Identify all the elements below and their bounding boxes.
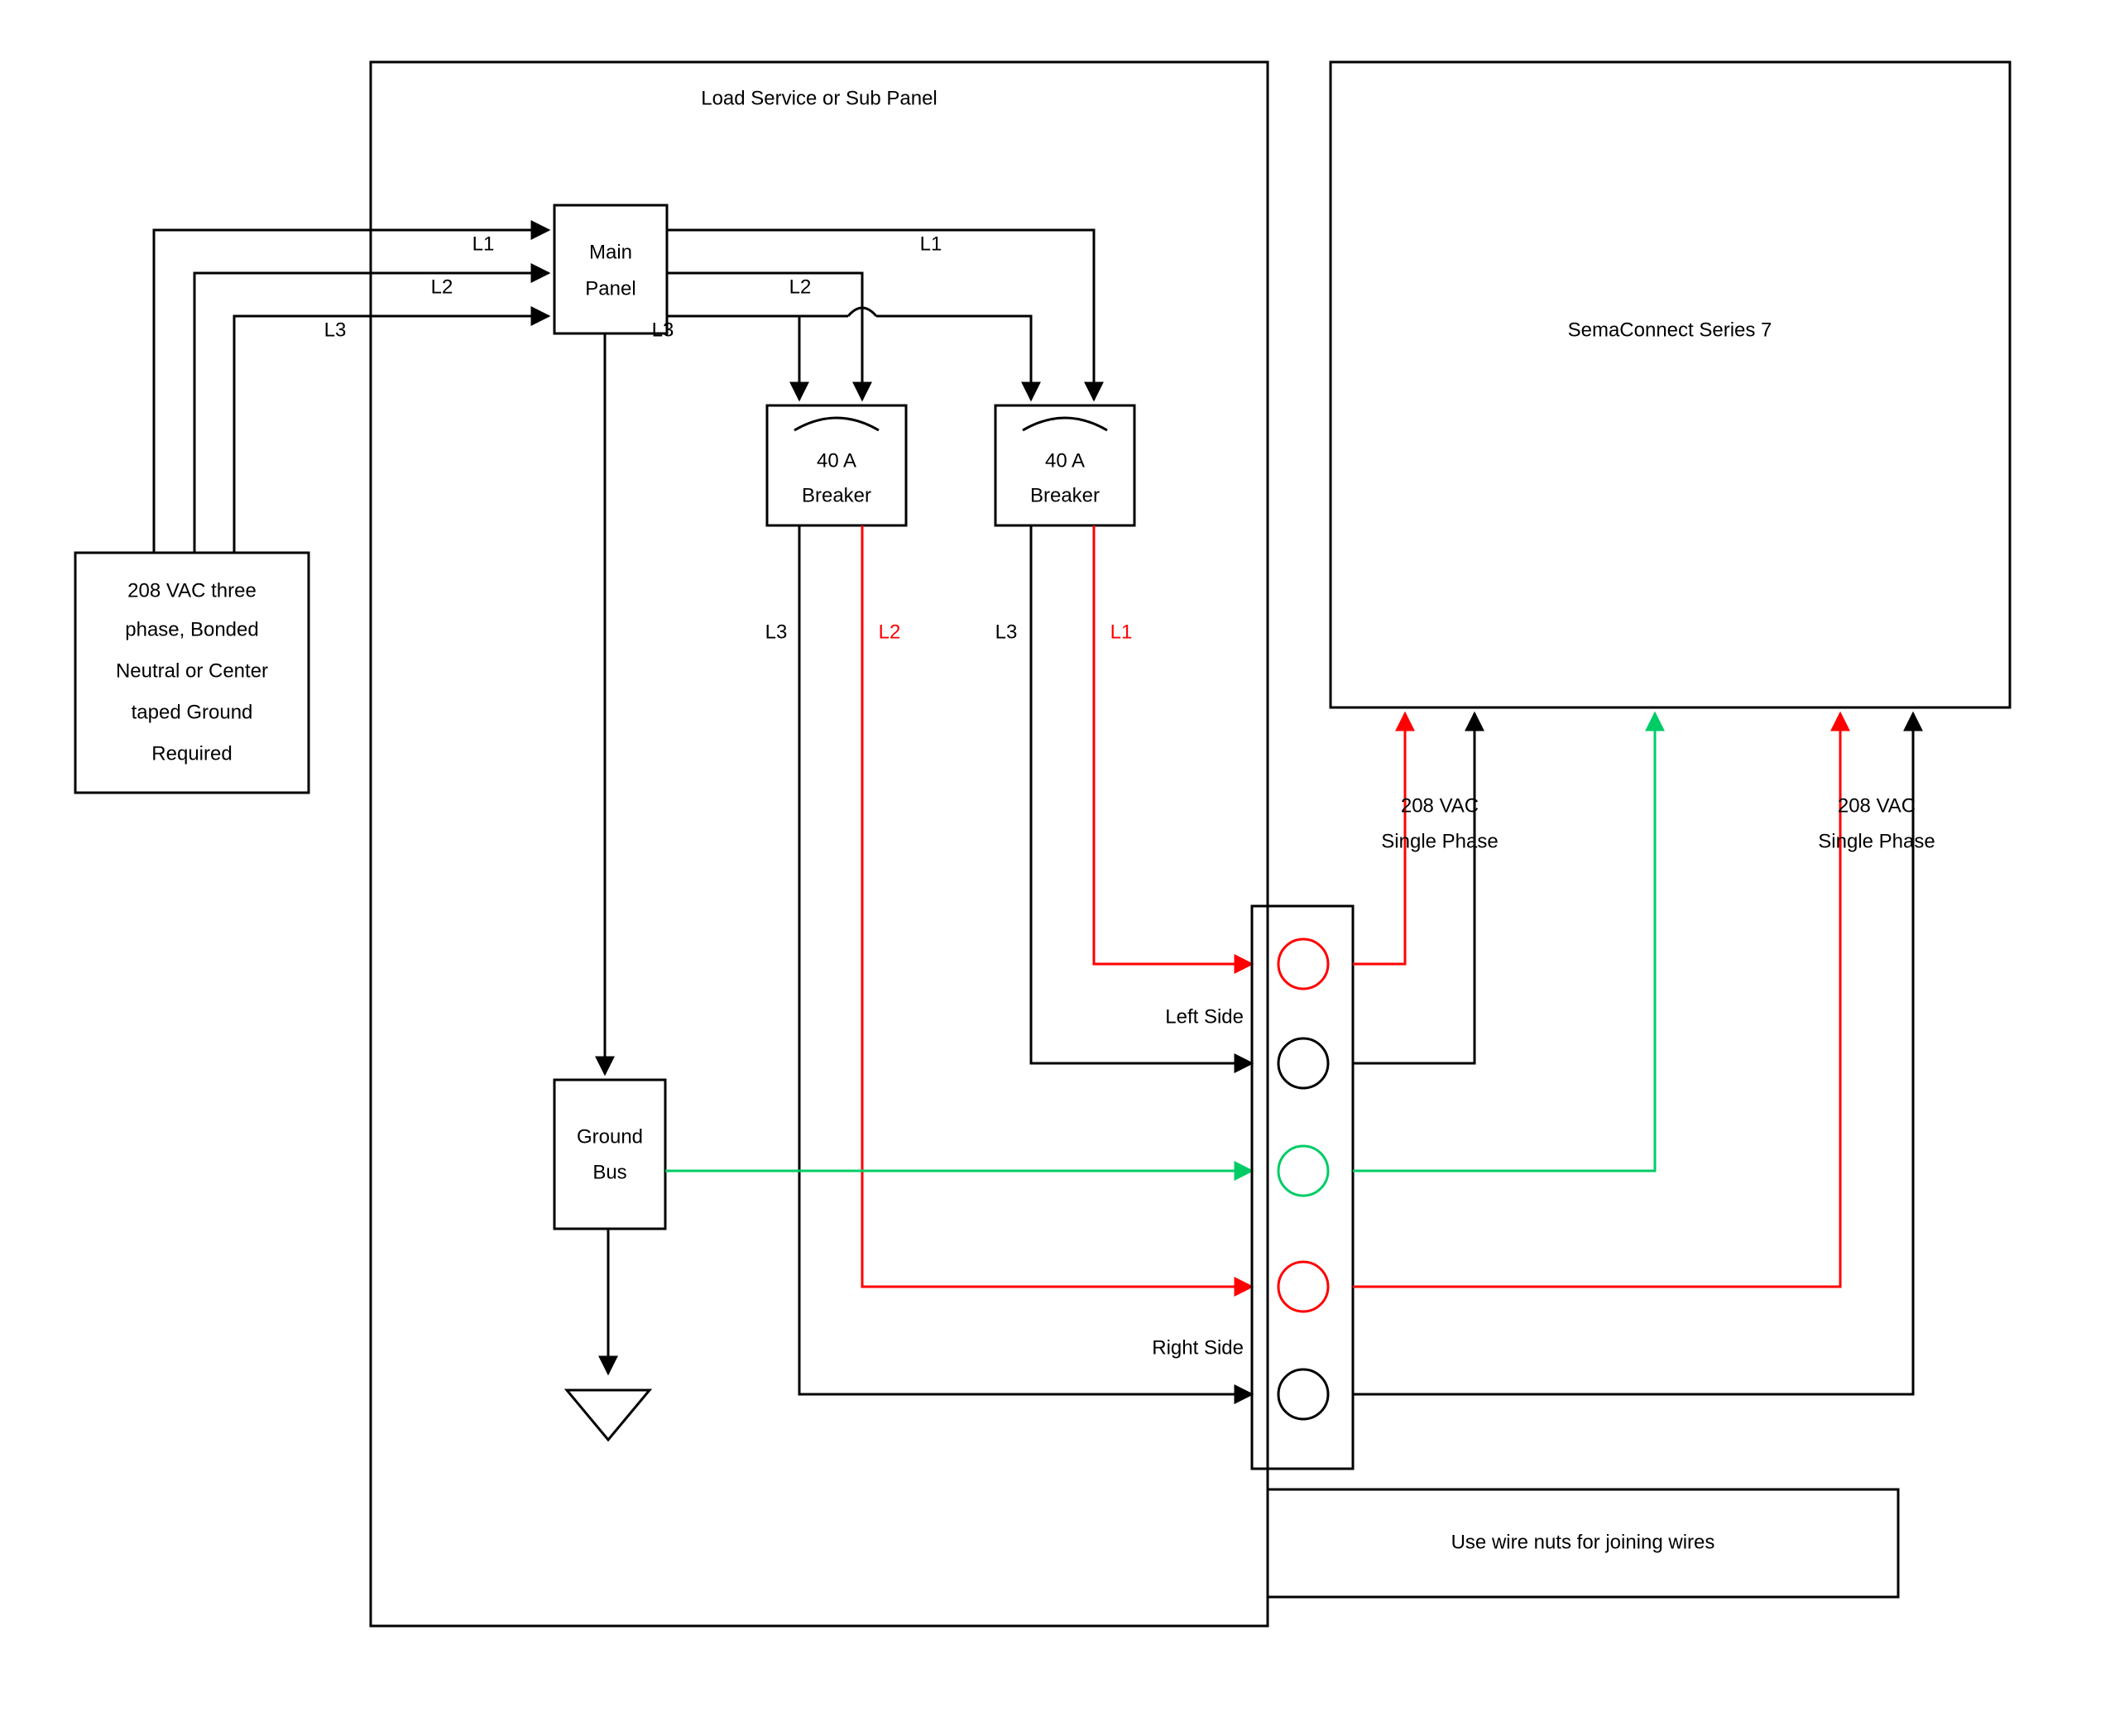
source-l2: phase, Bonded <box>125 618 258 640</box>
breaker1-arc <box>794 418 879 430</box>
line-t3-sema <box>1353 713 1655 1171</box>
source-l3: Neutral or Center <box>116 659 268 682</box>
ground-symbol <box>567 1390 650 1440</box>
wire-nuts-text: Use wire nuts for joining wires <box>1451 1531 1715 1553</box>
label-brk1-l3: L3 <box>765 621 788 643</box>
label-brk1-l2: L2 <box>879 621 901 643</box>
label-main-l3: L3 <box>652 319 674 341</box>
term-3 <box>1278 1146 1328 1196</box>
line-main-l3b <box>799 316 1031 400</box>
sema-title: SemaConnect Series 7 <box>1568 319 1772 341</box>
label-brk2-l1: L1 <box>1110 621 1133 643</box>
line-brk1-l2 <box>862 525 1252 1287</box>
line-main-l3a <box>667 316 799 400</box>
main-panel-l1: Main <box>589 241 632 263</box>
source-l4: taped Ground <box>132 701 253 723</box>
sema-box <box>1331 62 2010 707</box>
main-panel-l2: Panel <box>585 277 635 300</box>
sub-panel-title: Load Service or Sub Panel <box>701 87 938 109</box>
wiring-diagram: Load Service or Sub Panel 208 VAC three … <box>0 0 2110 1736</box>
main-panel-box <box>554 205 667 333</box>
right-side-label: Right Side <box>1152 1336 1244 1359</box>
breaker2-arc <box>1023 418 1107 430</box>
label-src-l2: L2 <box>431 276 453 298</box>
label-src-l3: L3 <box>324 319 347 341</box>
line-brk2-l3 <box>1031 525 1252 1063</box>
term-5 <box>1278 1369 1328 1419</box>
label-main-l1: L1 <box>920 233 942 255</box>
phase2-l1: 208 VAC <box>1838 794 1916 817</box>
line-main-l2 <box>667 273 862 400</box>
line-brk2-l1 <box>1094 525 1252 964</box>
label-main-l2: L2 <box>789 276 812 298</box>
breaker2-l2: Breaker <box>1030 484 1100 506</box>
line-src-l1 <box>154 230 549 553</box>
line-brk1-l3 <box>799 525 1252 1394</box>
phase2-l2: Single Phase <box>1818 830 1935 852</box>
source-l1: 208 VAC three <box>127 579 257 602</box>
breaker1-l2: Breaker <box>802 484 871 506</box>
ground-bus-box <box>554 1080 665 1229</box>
ground-bus-l2: Bus <box>592 1161 626 1183</box>
breaker1-l1: 40 A <box>817 449 856 472</box>
left-side-label: Left Side <box>1165 1005 1244 1028</box>
term-4 <box>1278 1262 1328 1312</box>
line-src-l3 <box>234 316 549 553</box>
phase1-l2: Single Phase <box>1381 830 1498 852</box>
breaker2-l1: 40 A <box>1045 449 1085 472</box>
source-l5: Required <box>151 742 232 765</box>
label-brk2-l3: L3 <box>995 621 1018 643</box>
line-t2-sema <box>1353 713 1475 1063</box>
term-2 <box>1278 1038 1328 1088</box>
term-1 <box>1278 939 1328 989</box>
phase1-l1: 208 VAC <box>1401 794 1479 817</box>
label-src-l1: L1 <box>472 233 495 255</box>
sub-panel-frame <box>371 62 1268 1626</box>
ground-bus-l1: Ground <box>577 1125 643 1148</box>
